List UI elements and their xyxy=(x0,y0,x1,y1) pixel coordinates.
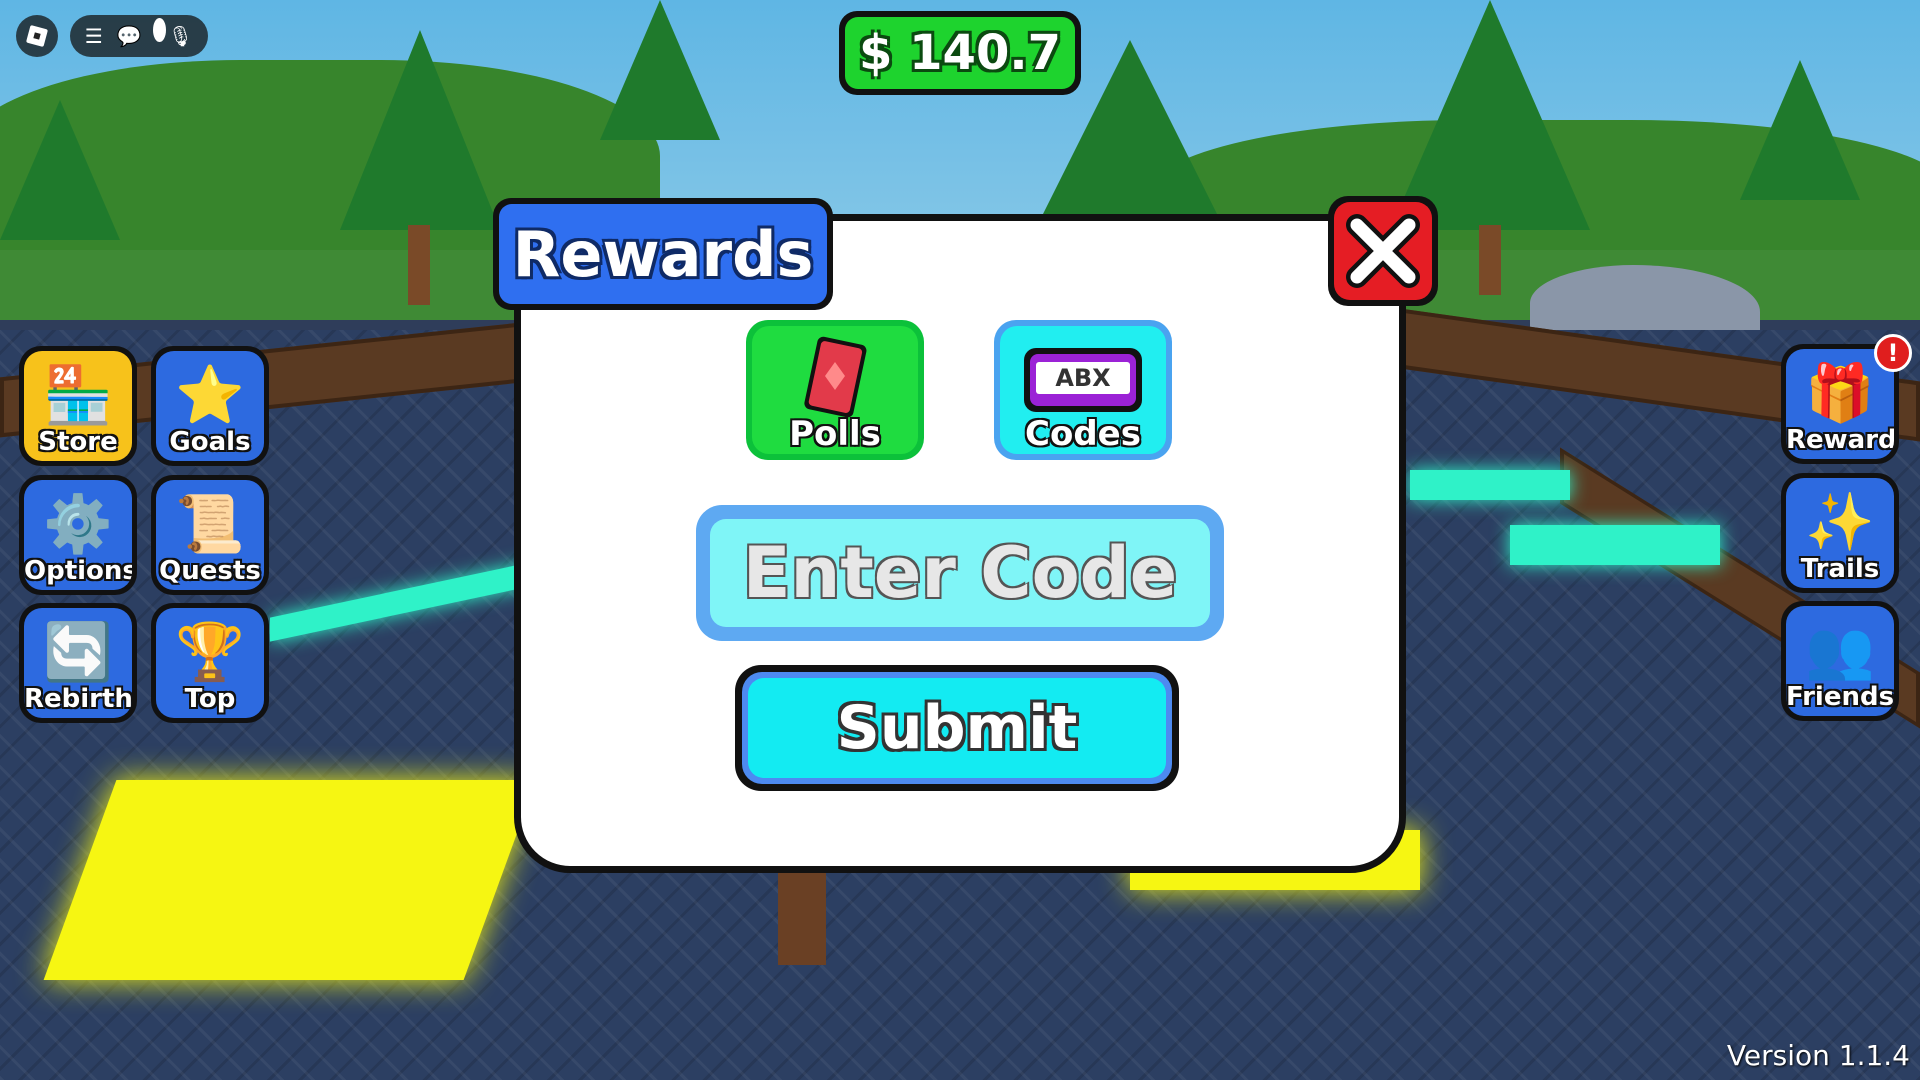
rebirth-button[interactable]: 🔄 Rebirth xyxy=(19,603,137,723)
rebirth-icon: 🔄 xyxy=(43,620,113,685)
star-icon: ⭐ xyxy=(175,363,245,428)
tree xyxy=(340,30,500,230)
code-input[interactable] xyxy=(710,519,1210,627)
yellow-pad xyxy=(43,780,537,980)
modal-title-banner: Rewards xyxy=(493,198,833,310)
store-label: Store xyxy=(38,427,118,457)
submit-label: Submit xyxy=(748,678,1166,778)
trails-label: Trails xyxy=(1800,554,1880,584)
book-icon xyxy=(804,336,867,418)
tab-codes-label: Codes xyxy=(1025,414,1141,454)
gear-icon: ⚙️ xyxy=(43,492,113,557)
submit-button[interactable]: Submit xyxy=(735,665,1179,791)
modal-title: Rewards xyxy=(499,204,827,304)
hamburger-icon[interactable]: ☰ xyxy=(85,24,103,48)
chat-badge: 2 xyxy=(153,18,167,42)
sparkle-icon: ✨ xyxy=(1805,490,1875,555)
money-display: $ 140.7 xyxy=(839,11,1081,95)
close-button[interactable] xyxy=(1328,196,1438,306)
rebirth-label: Rebirth xyxy=(24,684,132,714)
wooden-post xyxy=(778,870,826,965)
goals-button[interactable]: ⭐ Goals xyxy=(151,346,269,466)
tab-codes[interactable]: ABX Codes xyxy=(994,320,1172,460)
tab-polls[interactable]: Polls xyxy=(746,320,924,460)
rewards-notification-badge: ! xyxy=(1874,334,1912,372)
goals-label: Goals xyxy=(169,427,251,457)
tab-polls-label: Polls xyxy=(789,414,881,454)
trails-button[interactable]: ✨ Trails xyxy=(1781,473,1899,593)
trophy-icon: 🏆 xyxy=(175,620,245,685)
top-label: Top xyxy=(184,684,236,714)
abx-sign-icon: ABX xyxy=(1024,348,1142,412)
store-button[interactable]: 🏪 Store xyxy=(19,346,137,466)
tree xyxy=(0,100,120,240)
roblox-menu-button[interactable] xyxy=(16,15,58,57)
chat-icon[interactable]: 💬 2 xyxy=(116,18,167,48)
rewards-side-label: Rewards xyxy=(1786,425,1894,455)
quests-button[interactable]: 📜 Quests xyxy=(151,475,269,595)
microphone-muted-icon[interactable]: 🎙 xyxy=(168,24,193,48)
friends-label: Friends xyxy=(1786,682,1894,712)
top-button[interactable]: 🏆 Top xyxy=(151,603,269,723)
tree-trunk xyxy=(408,225,430,305)
neon-platform xyxy=(1410,470,1570,500)
code-input-frame xyxy=(696,505,1224,641)
scroll-icon: 📜 xyxy=(175,492,245,557)
version-label: Version 1.1.4 xyxy=(1726,1039,1910,1072)
money-amount: $ 140.7 xyxy=(845,17,1075,89)
close-icon xyxy=(1346,214,1420,288)
quests-label: Quests xyxy=(159,556,261,586)
store-icon: 🏪 xyxy=(43,363,113,428)
friends-icon: 👥 xyxy=(1805,618,1875,683)
abx-sign-text: ABX xyxy=(1055,364,1111,392)
neon-platform xyxy=(1510,525,1720,565)
tree xyxy=(600,0,720,140)
tree xyxy=(1740,60,1860,200)
roblox-logo-icon xyxy=(25,24,49,48)
options-button[interactable]: ⚙️ Options xyxy=(19,475,137,595)
options-label: Options xyxy=(24,556,132,586)
roblox-topbar: ☰ 💬 2 🎙 xyxy=(70,15,208,57)
tree-trunk xyxy=(1479,225,1501,295)
friends-button[interactable]: 👥 Friends xyxy=(1781,601,1899,721)
gift-icon: 🎁 xyxy=(1805,361,1875,426)
